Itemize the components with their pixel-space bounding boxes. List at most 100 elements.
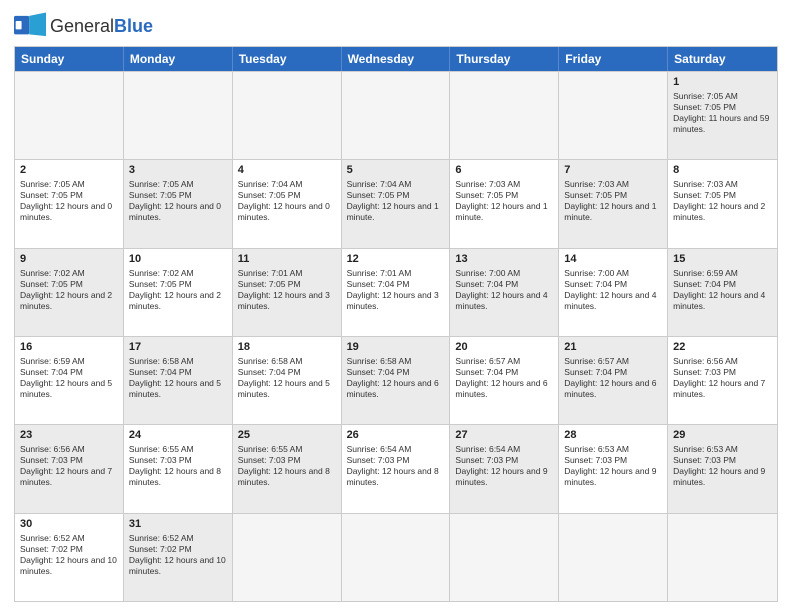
logo-text: GeneralBlue <box>50 16 153 37</box>
calendar-header: SundayMondayTuesdayWednesdayThursdayFrid… <box>15 47 777 71</box>
day-info: Sunrise: 7:05 AM Sunset: 7:05 PM Dayligh… <box>20 179 118 223</box>
calendar-cell-empty <box>450 72 559 159</box>
day-number: 12 <box>347 252 445 267</box>
day-info: Sunrise: 7:01 AM Sunset: 7:04 PM Dayligh… <box>347 268 445 312</box>
day-number: 25 <box>238 428 336 443</box>
day-number: 8 <box>673 163 772 178</box>
day-number: 29 <box>673 428 772 443</box>
day-info: Sunrise: 6:58 AM Sunset: 7:04 PM Dayligh… <box>238 356 336 400</box>
weekday-header-sunday: Sunday <box>15 47 124 71</box>
day-info: Sunrise: 7:03 AM Sunset: 7:05 PM Dayligh… <box>564 179 662 223</box>
day-number: 30 <box>20 517 118 532</box>
calendar-cell-day-13: 13Sunrise: 7:00 AM Sunset: 7:04 PM Dayli… <box>450 249 559 336</box>
calendar-cell-day-20: 20Sunrise: 6:57 AM Sunset: 7:04 PM Dayli… <box>450 337 559 424</box>
calendar-cell-day-28: 28Sunrise: 6:53 AM Sunset: 7:03 PM Dayli… <box>559 425 668 512</box>
logo: GeneralBlue <box>14 12 153 40</box>
calendar-body: 1Sunrise: 7:05 AM Sunset: 7:05 PM Daylig… <box>15 71 777 601</box>
day-info: Sunrise: 6:56 AM Sunset: 7:03 PM Dayligh… <box>673 356 772 400</box>
day-info: Sunrise: 6:53 AM Sunset: 7:03 PM Dayligh… <box>673 444 772 488</box>
calendar-cell-empty <box>342 514 451 601</box>
day-info: Sunrise: 6:54 AM Sunset: 7:03 PM Dayligh… <box>347 444 445 488</box>
calendar-cell-day-12: 12Sunrise: 7:01 AM Sunset: 7:04 PM Dayli… <box>342 249 451 336</box>
calendar-cell-day-1: 1Sunrise: 7:05 AM Sunset: 7:05 PM Daylig… <box>668 72 777 159</box>
day-number: 4 <box>238 163 336 178</box>
day-number: 22 <box>673 340 772 355</box>
day-info: Sunrise: 7:03 AM Sunset: 7:05 PM Dayligh… <box>455 179 553 223</box>
calendar-cell-empty <box>450 514 559 601</box>
calendar-cell-day-16: 16Sunrise: 6:59 AM Sunset: 7:04 PM Dayli… <box>15 337 124 424</box>
day-info: Sunrise: 6:53 AM Sunset: 7:03 PM Dayligh… <box>564 444 662 488</box>
day-number: 19 <box>347 340 445 355</box>
calendar-cell-empty <box>15 72 124 159</box>
weekday-header-friday: Friday <box>559 47 668 71</box>
page: GeneralBlue SundayMondayTuesdayWednesday… <box>0 0 792 612</box>
calendar-cell-day-18: 18Sunrise: 6:58 AM Sunset: 7:04 PM Dayli… <box>233 337 342 424</box>
day-info: Sunrise: 6:59 AM Sunset: 7:04 PM Dayligh… <box>20 356 118 400</box>
day-info: Sunrise: 6:57 AM Sunset: 7:04 PM Dayligh… <box>455 356 553 400</box>
day-info: Sunrise: 6:58 AM Sunset: 7:04 PM Dayligh… <box>129 356 227 400</box>
weekday-header-wednesday: Wednesday <box>342 47 451 71</box>
day-number: 20 <box>455 340 553 355</box>
day-number: 9 <box>20 252 118 267</box>
day-number: 6 <box>455 163 553 178</box>
day-info: Sunrise: 6:58 AM Sunset: 7:04 PM Dayligh… <box>347 356 445 400</box>
calendar-cell-empty <box>342 72 451 159</box>
calendar-cell-day-15: 15Sunrise: 6:59 AM Sunset: 7:04 PM Dayli… <box>668 249 777 336</box>
day-info: Sunrise: 7:00 AM Sunset: 7:04 PM Dayligh… <box>455 268 553 312</box>
calendar: SundayMondayTuesdayWednesdayThursdayFrid… <box>14 46 778 602</box>
day-info: Sunrise: 6:52 AM Sunset: 7:02 PM Dayligh… <box>129 533 227 577</box>
calendar-row-5: 23Sunrise: 6:56 AM Sunset: 7:03 PM Dayli… <box>15 424 777 512</box>
calendar-cell-day-2: 2Sunrise: 7:05 AM Sunset: 7:05 PM Daylig… <box>15 160 124 247</box>
day-number: 11 <box>238 252 336 267</box>
day-number: 24 <box>129 428 227 443</box>
calendar-row-1: 1Sunrise: 7:05 AM Sunset: 7:05 PM Daylig… <box>15 71 777 159</box>
day-info: Sunrise: 7:05 AM Sunset: 7:05 PM Dayligh… <box>129 179 227 223</box>
day-number: 7 <box>564 163 662 178</box>
calendar-cell-empty <box>124 72 233 159</box>
calendar-row-3: 9 Sunrise: 7:02 AM Sunset: 7:05 PM Daylig… <box>15 248 777 336</box>
day-number: 13 <box>455 252 553 267</box>
weekday-header-tuesday: Tuesday <box>233 47 342 71</box>
day-info: Sunrise: 6:55 AM Sunset: 7:03 PM Dayligh… <box>238 444 336 488</box>
calendar-cell-empty <box>668 514 777 601</box>
calendar-cell-day-5: 5Sunrise: 7:04 AM Sunset: 7:05 PM Daylig… <box>342 160 451 247</box>
day-info: Sunrise: 6:57 AM Sunset: 7:04 PM Dayligh… <box>564 356 662 400</box>
day-info: Sunrise: 7:00 AM Sunset: 7:04 PM Dayligh… <box>564 268 662 312</box>
calendar-cell-day-27: 27Sunrise: 6:54 AM Sunset: 7:03 PM Dayli… <box>450 425 559 512</box>
calendar-cell-day-8: 8Sunrise: 7:03 AM Sunset: 7:05 PM Daylig… <box>668 160 777 247</box>
calendar-cell-day-6: 6Sunrise: 7:03 AM Sunset: 7:05 PM Daylig… <box>450 160 559 247</box>
day-info: Sunrise: 7:04 AM Sunset: 7:05 PM Dayligh… <box>238 179 336 223</box>
day-info: Sunrise: 7:03 AM Sunset: 7:05 PM Dayligh… <box>673 179 772 223</box>
header: GeneralBlue <box>14 12 778 40</box>
calendar-row-2: 2Sunrise: 7:05 AM Sunset: 7:05 PM Daylig… <box>15 159 777 247</box>
day-number: 14 <box>564 252 662 267</box>
calendar-cell-day-3: 3Sunrise: 7:05 AM Sunset: 7:05 PM Daylig… <box>124 160 233 247</box>
day-number: 28 <box>564 428 662 443</box>
calendar-cell-day-10: 10Sunrise: 7:02 AM Sunset: 7:05 PM Dayli… <box>124 249 233 336</box>
day-number: 26 <box>347 428 445 443</box>
calendar-cell-day-21: 21Sunrise: 6:57 AM Sunset: 7:04 PM Dayli… <box>559 337 668 424</box>
day-number: 21 <box>564 340 662 355</box>
calendar-cell-day-22: 22Sunrise: 6:56 AM Sunset: 7:03 PM Dayli… <box>668 337 777 424</box>
weekday-header-thursday: Thursday <box>450 47 559 71</box>
day-number: 23 <box>20 428 118 443</box>
day-number: 3 <box>129 163 227 178</box>
day-info: Sunrise: 7:01 AM Sunset: 7:05 PM Dayligh… <box>238 268 336 312</box>
logo-icon <box>14 12 46 40</box>
calendar-cell-day-24: 24Sunrise: 6:55 AM Sunset: 7:03 PM Dayli… <box>124 425 233 512</box>
day-info: Sunrise: 7:02 AM Sunset: 7:05 PM Dayligh… <box>129 268 227 312</box>
day-number: 10 <box>129 252 227 267</box>
day-info: Sunrise: 7:04 AM Sunset: 7:05 PM Dayligh… <box>347 179 445 223</box>
calendar-cell-empty <box>233 72 342 159</box>
day-info: Sunrise: 6:55 AM Sunset: 7:03 PM Dayligh… <box>129 444 227 488</box>
day-number: 1 <box>673 75 772 90</box>
calendar-cell-day-7: 7Sunrise: 7:03 AM Sunset: 7:05 PM Daylig… <box>559 160 668 247</box>
calendar-cell-day-19: 19Sunrise: 6:58 AM Sunset: 7:04 PM Dayli… <box>342 337 451 424</box>
day-number: 31 <box>129 517 227 532</box>
day-info: Sunrise: 7:05 AM Sunset: 7:05 PM Dayligh… <box>673 91 772 135</box>
day-number: 2 <box>20 163 118 178</box>
calendar-cell-day-25: 25Sunrise: 6:55 AM Sunset: 7:03 PM Dayli… <box>233 425 342 512</box>
day-number: 5 <box>347 163 445 178</box>
calendar-cell-day-11: 11Sunrise: 7:01 AM Sunset: 7:05 PM Dayli… <box>233 249 342 336</box>
calendar-cell-day-31: 31Sunrise: 6:52 AM Sunset: 7:02 PM Dayli… <box>124 514 233 601</box>
